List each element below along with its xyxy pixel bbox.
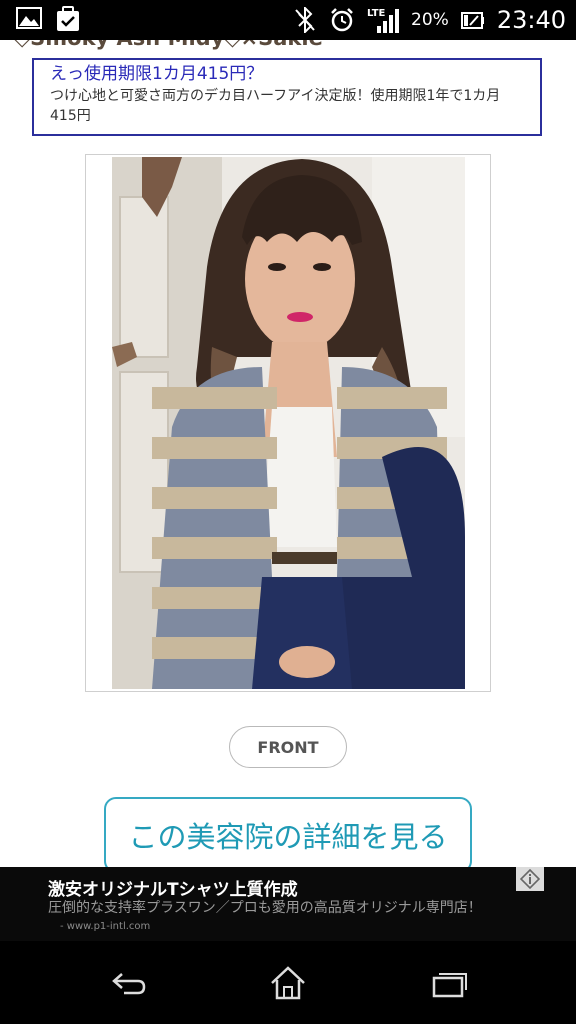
front-button[interactable]: FRONT bbox=[229, 726, 347, 768]
ad-banner-description: 圧倒的な支持率プラスワン／プロも愛用の高品質オリジナル専門店！ - www.p1… bbox=[48, 900, 488, 935]
recent-apps-icon[interactable] bbox=[423, 963, 473, 1003]
ad-banner-url[interactable]: - www.p1-intl.com bbox=[60, 921, 150, 932]
salon-details-button[interactable]: この美容院の詳細を見る bbox=[104, 797, 472, 867]
status-clock: 23:40 bbox=[496, 6, 566, 34]
alarm-icon bbox=[329, 7, 355, 33]
photo-frame bbox=[85, 154, 491, 692]
ad-info-icon[interactable] bbox=[516, 867, 544, 891]
gallery-icon bbox=[16, 6, 42, 32]
back-icon[interactable] bbox=[103, 963, 153, 1003]
home-icon[interactable] bbox=[263, 963, 313, 1003]
hairstyle-photo[interactable] bbox=[112, 157, 465, 689]
navigation-bar bbox=[0, 941, 576, 1024]
clipboard-icon bbox=[56, 6, 80, 32]
bluetooth-off-icon bbox=[293, 7, 317, 33]
battery-percent: 20% bbox=[411, 10, 449, 30]
ad-banner[interactable]: 激安オリジナルTシャツ上質作成 圧倒的な支持率プラスワン／プロも愛用の高品質オリ… bbox=[0, 867, 576, 941]
text-ad-description: つけ心地と可愛さ両方のデカ目ハーフアイ決定版！使用期限1年で1カ月415円 bbox=[50, 88, 501, 124]
signal-icon: LTE bbox=[367, 6, 400, 34]
battery-icon bbox=[460, 8, 485, 32]
network-label: LTE bbox=[367, 8, 386, 19]
ad-banner-title[interactable]: 激安オリジナルTシャツ上質作成 bbox=[48, 875, 298, 900]
page-heading: ◇Smoky Ash Midy◇×Sakie bbox=[14, 40, 323, 50]
status-bar: LTE 20% 23:40 bbox=[0, 0, 576, 40]
text-ad-title[interactable]: えっ使用期限1カ月415円？ bbox=[50, 62, 540, 86]
web-content[interactable]: ◇Smoky Ash Midy◇×Sakie えっ使用期限1カ月415円？ つけ… bbox=[0, 40, 576, 867]
ad-banner-description-text: 圧倒的な支持率プラスワン／プロも愛用の高品質オリジナル専門店！ bbox=[48, 900, 482, 916]
text-ad[interactable]: えっ使用期限1カ月415円？ つけ心地と可愛さ両方のデカ目ハーフアイ決定版！使用… bbox=[32, 58, 542, 136]
